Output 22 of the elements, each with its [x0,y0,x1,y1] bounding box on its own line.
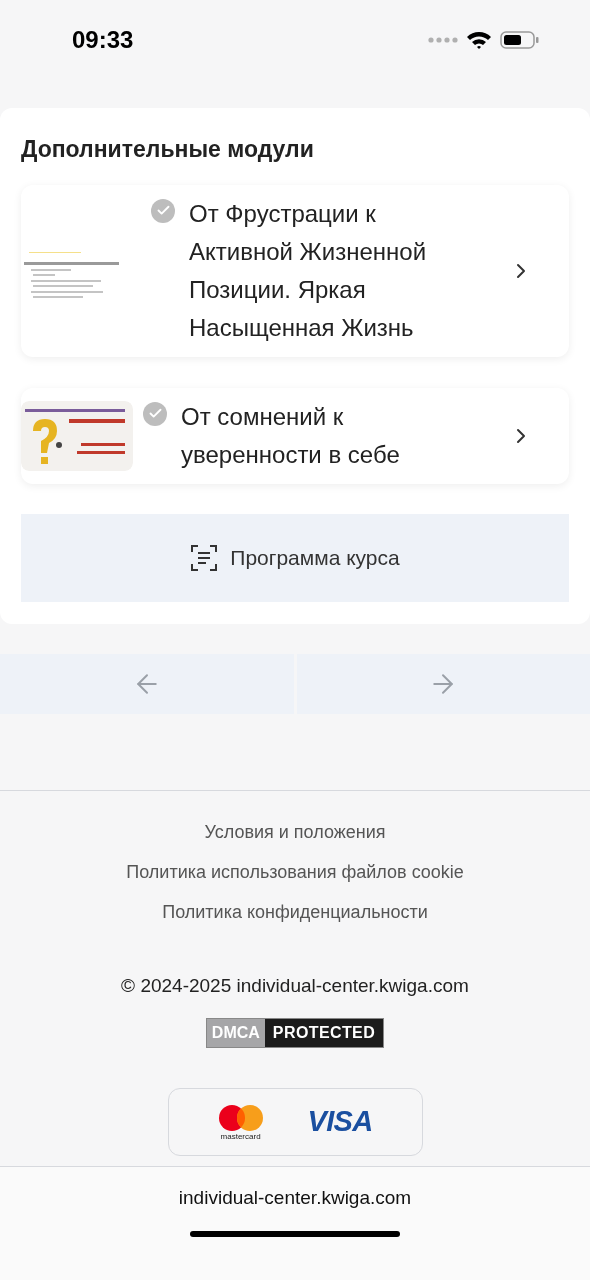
section-title: Дополнительные модули [21,135,315,164]
dmca-badge[interactable]: DMCA PROTECTED [205,1018,385,1048]
mastercard-logo-icon [217,1103,264,1132]
footer-link[interactable]: Условия и положения [204,820,386,844]
module-item[interactable]: От сомнений к уверенности в себе [21,387,569,484]
status-time: 09:33 [72,25,134,55]
next-button[interactable] [296,653,590,714]
mastercard-text: mastercard [220,1131,261,1141]
footer-link[interactable]: Политика использования файлов cookie [126,860,464,884]
footer-link[interactable]: Политика конфиденциальности [162,900,428,924]
wifi-icon [466,30,492,50]
module-title: От Фрустрации к Активной Жизненной Позиции. Яркая Насыщенная Жизнь [189,198,428,343]
url-text: individual-center.kwiga.com [178,1186,412,1210]
battery-icon [500,30,540,50]
list-icon [190,543,219,572]
copyright-text: © 2024-2025 individual-center.kwiga.com [121,973,469,998]
signal-icon [428,37,458,43]
module-title: От сомнений к уверенности в себе [181,401,401,470]
module-item[interactable]: От Фрустрации к Активной Жизненной Позиции. Яркая Насыщенная Жизнь [21,184,569,357]
visa-text: VISA [307,1104,373,1140]
program-button[interactable]: Программа курса [21,513,569,602]
previous-button[interactable] [0,653,294,714]
